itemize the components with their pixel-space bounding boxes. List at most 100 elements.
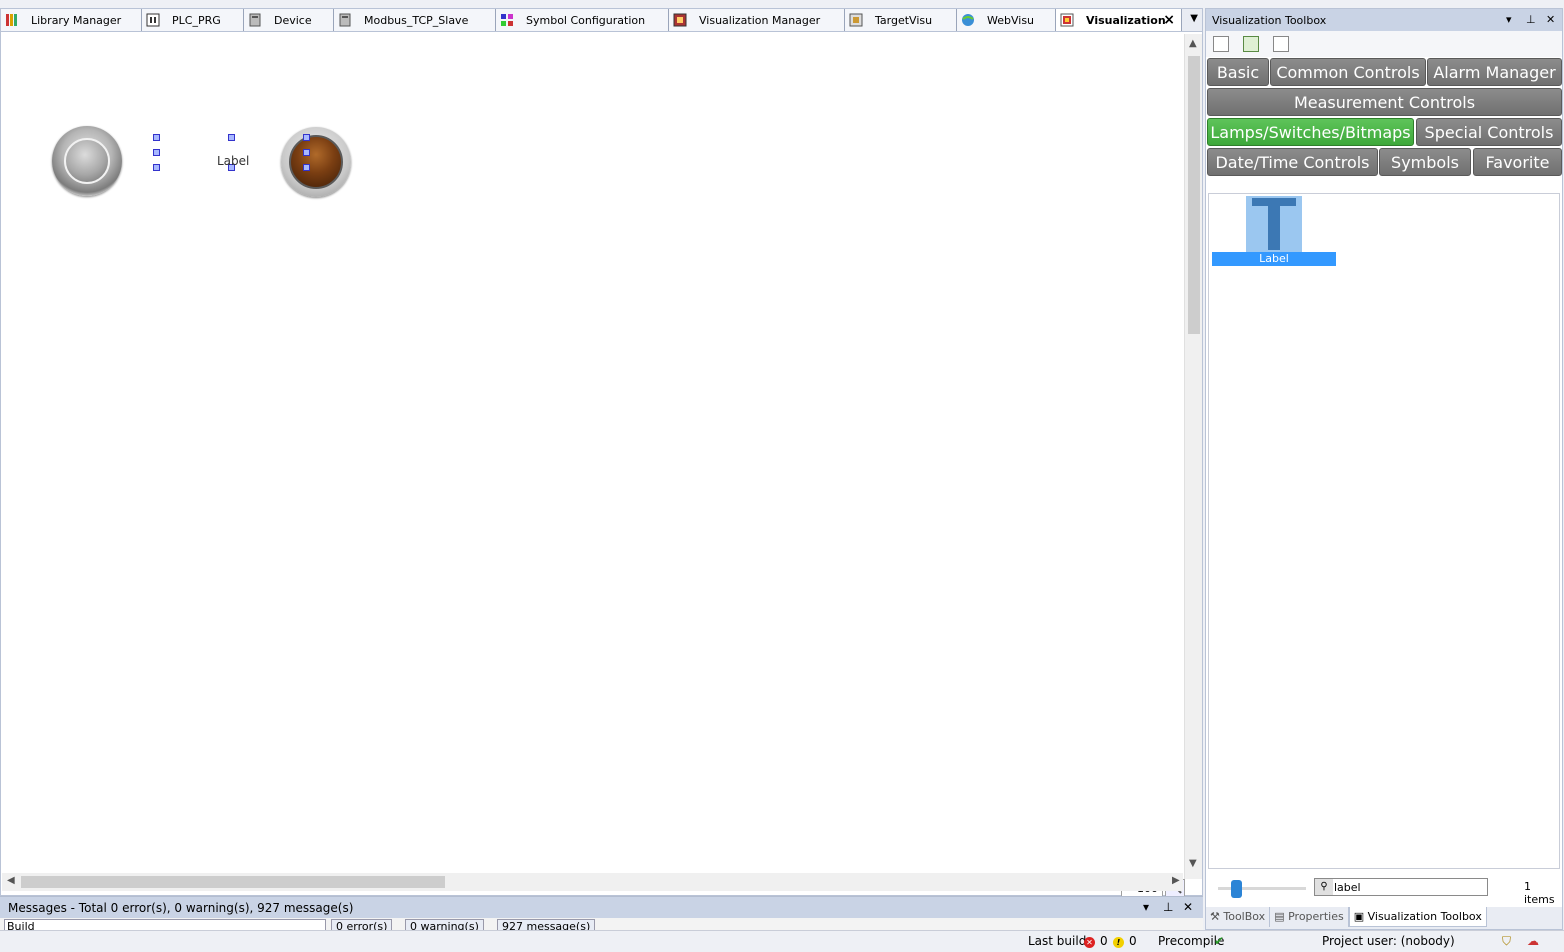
chevron-down-icon[interactable]: ▾ — [1143, 900, 1149, 914]
tab-device[interactable]: Device — [244, 9, 334, 31]
messages-source-select[interactable]: Build — [4, 919, 326, 930]
visu-manager-icon — [673, 13, 687, 27]
scroll-up-icon[interactable]: ▲ — [1189, 38, 1197, 49]
scroll-thumb[interactable] — [21, 876, 445, 888]
errors-filter-button[interactable]: 0 error(s) — [331, 919, 393, 930]
search-input[interactable] — [1334, 879, 1484, 895]
visualization-canvas[interactable]: Label 100 % 🔍 — [2, 34, 1185, 908]
checkmark-icon: ✔ — [1214, 934, 1225, 948]
webvisu-icon — [961, 13, 975, 27]
tab-targetvisu[interactable]: TargetVisu — [845, 9, 957, 31]
toolbox-item-label[interactable]: Label — [1212, 196, 1336, 266]
error-count: 0 — [1100, 934, 1108, 948]
item-count: 1 items — [1524, 880, 1555, 906]
tab-toolbox[interactable]: ⚒ ToolBox — [1206, 907, 1271, 927]
warning-count: 0 — [1129, 934, 1137, 948]
warnings-filter-button[interactable]: 0 warning(s) — [405, 919, 484, 930]
toolbox-search: ⚲ — [1314, 878, 1488, 896]
close-icon[interactable]: ✕ — [1546, 13, 1555, 26]
chevron-down-icon[interactable]: ▾ — [1506, 13, 1512, 26]
tab-label: WebVisu — [987, 13, 1035, 27]
selection-handle[interactable] — [228, 134, 235, 141]
tab-label: Device — [274, 13, 312, 27]
tab-visualization[interactable]: Visualization × — [1056, 9, 1182, 31]
tab-label: ToolBox — [1223, 910, 1266, 923]
library-icon — [5, 13, 19, 27]
close-icon[interactable]: ✕ — [1183, 900, 1193, 914]
device-icon — [338, 13, 352, 27]
category-special-controls[interactable]: Special Controls — [1416, 118, 1562, 146]
category-lamps-switches-bitmaps[interactable]: Lamps/Switches/Bitmaps — [1207, 118, 1414, 146]
close-icon[interactable]: × — [1163, 12, 1175, 28]
pin-icon[interactable]: ⊥ — [1526, 13, 1536, 26]
tab-label: Library Manager — [31, 13, 122, 27]
selection-handle[interactable] — [303, 149, 310, 156]
shield-icon[interactable]: ⛉ — [1502, 934, 1511, 949]
tab-symbol-configuration[interactable]: Symbol Configuration — [496, 9, 669, 31]
scroll-thumb[interactable] — [1188, 56, 1200, 334]
selection-handle[interactable] — [303, 134, 310, 141]
selection-handle[interactable] — [153, 134, 160, 141]
text-icon — [1246, 196, 1302, 252]
tab-label: Properties — [1288, 910, 1344, 923]
editor-tabstrip: Library Manager PLC_PRG Device Modbus_TC… — [1, 9, 1202, 32]
brown-lamp[interactable] — [281, 127, 351, 197]
scroll-right-icon[interactable]: ▶ — [1172, 875, 1180, 886]
app-window: Library Manager PLC_PRG Device Modbus_TC… — [0, 0, 1564, 952]
tab-label: Visualization Toolbox — [1367, 910, 1482, 923]
grid-view-icon[interactable] — [1243, 36, 1259, 52]
category-common-controls[interactable]: Common Controls — [1270, 58, 1426, 86]
program-icon — [146, 13, 160, 27]
canvas-label-element[interactable]: Label — [217, 154, 249, 168]
messages-summary: Messages - Total 0 error(s), 0 warning(s… — [8, 901, 354, 915]
error-icon: ✕ — [1084, 937, 1095, 948]
warning-icon: ! — [1113, 937, 1124, 948]
messages-filter-button[interactable]: 927 message(s) — [497, 919, 596, 930]
tab-label: Visualization Manager — [699, 13, 821, 27]
tab-webvisu[interactable]: WebVisu — [957, 9, 1056, 31]
pin-icon[interactable]: ⊥ — [1163, 900, 1173, 914]
tab-plc-prg[interactable]: PLC_PRG — [142, 9, 244, 31]
category-alarm-manager[interactable]: Alarm Manager — [1427, 58, 1562, 86]
vertical-scrollbar[interactable]: ▲ ▼ — [1184, 34, 1202, 879]
scroll-down-icon[interactable]: ▼ — [1189, 858, 1197, 869]
list-view-icon[interactable] — [1213, 36, 1229, 52]
properties-icon[interactable] — [1273, 36, 1289, 52]
visualization-toolbox-panel: Visualization Toolbox ▾ ⊥ ✕ Basic Common… — [1205, 8, 1563, 930]
status-bar: Last build: ✕ 0 ! 0 Precompile ✔ Project… — [0, 930, 1564, 952]
category-date-time-controls[interactable]: Date/Time Controls — [1207, 148, 1378, 176]
hammer-icon: ⚒ — [1210, 910, 1220, 923]
tab-visualization-toolbox[interactable]: ▣ Visualization Toolbox — [1348, 907, 1487, 927]
symbol-config-icon — [500, 13, 514, 27]
tab-label: Modbus_TCP_Slave — [364, 13, 469, 27]
search-icon: ⚲ — [1315, 879, 1333, 895]
tab-library-manager[interactable]: Library Manager — [1, 9, 142, 31]
selection-handle[interactable] — [153, 149, 160, 156]
visualization-icon: ▣ — [1353, 910, 1365, 923]
tab-label: Symbol Configuration — [526, 13, 646, 27]
lamp-face — [289, 135, 343, 189]
scroll-left-icon[interactable]: ◀ — [7, 875, 15, 886]
category-favorite[interactable]: Favorite — [1473, 148, 1562, 176]
project-user: Project user: (nobody) — [1322, 934, 1455, 948]
slider-thumb[interactable] — [1231, 880, 1242, 898]
tab-label: Visualization — [1086, 13, 1166, 27]
tab-modbus-tcp-slave[interactable]: Modbus_TCP_Slave — [334, 9, 496, 31]
horizontal-scrollbar[interactable]: ◀ ▶ — [2, 873, 1183, 891]
device-icon — [248, 13, 262, 27]
category-symbols[interactable]: Symbols — [1379, 148, 1471, 176]
tab-label: TargetVisu — [875, 13, 933, 27]
category-measurement-controls[interactable]: Measurement Controls — [1207, 88, 1562, 116]
tab-visualization-manager[interactable]: Visualization Manager — [669, 9, 845, 31]
panel-tabstrip: ⚒ ToolBox ▤ Properties ▣ Visualization T… — [1206, 907, 1562, 929]
tab-properties[interactable]: ▤ Properties — [1270, 907, 1349, 927]
chevron-down-icon[interactable]: ▼ — [1190, 13, 1198, 24]
selection-handle[interactable] — [153, 164, 160, 171]
cloud-icon[interactable]: ☁ — [1527, 934, 1539, 948]
grey-lamp[interactable] — [52, 126, 122, 196]
category-basic[interactable]: Basic — [1207, 58, 1269, 86]
selection-handle[interactable] — [303, 164, 310, 171]
toolbox-item-caption: Label — [1212, 252, 1336, 266]
targetvisu-icon — [849, 13, 863, 27]
panel-toolbar — [1206, 31, 1562, 57]
